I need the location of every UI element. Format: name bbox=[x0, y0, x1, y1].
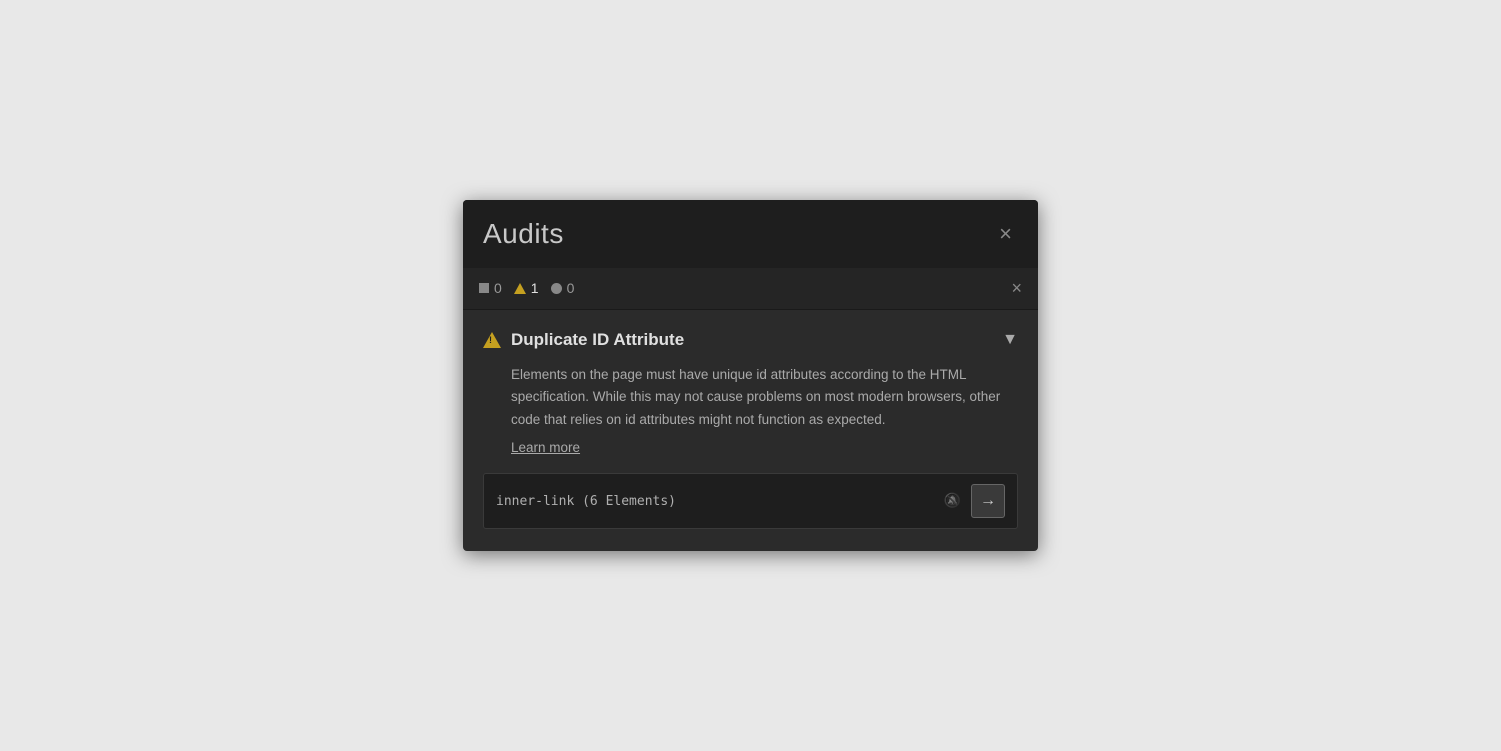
panel-titlebar: Audits × bbox=[463, 200, 1038, 268]
audit-title-row: Duplicate ID Attribute bbox=[483, 330, 684, 350]
error-count: 0 bbox=[494, 280, 502, 296]
audit-content: Duplicate ID Attribute ▼ Elements on the… bbox=[463, 310, 1038, 551]
audit-description-text: Elements on the page must have unique id… bbox=[511, 367, 1000, 427]
close-button[interactable]: × bbox=[993, 221, 1018, 247]
audit-warning-icon bbox=[483, 332, 501, 348]
info-icon bbox=[551, 283, 562, 294]
warning-count: 1 bbox=[531, 280, 539, 296]
warning-icon bbox=[514, 283, 526, 294]
error-stat: 0 bbox=[479, 280, 502, 296]
navigate-button[interactable]: → bbox=[971, 484, 1005, 518]
audit-title: Duplicate ID Attribute bbox=[511, 330, 684, 350]
info-count: 0 bbox=[567, 280, 575, 296]
chevron-down-icon[interactable]: ▼ bbox=[1002, 331, 1018, 349]
audits-panel: Audits × 0 1 0 × Du bbox=[463, 200, 1038, 551]
audit-header: Duplicate ID Attribute ▼ bbox=[483, 330, 1018, 350]
error-icon bbox=[479, 283, 489, 293]
navigate-icon: → bbox=[980, 492, 996, 510]
learn-more-link[interactable]: Learn more bbox=[511, 437, 1018, 459]
filter-stats: 0 1 0 bbox=[479, 280, 574, 296]
mute-icon bbox=[944, 492, 961, 509]
info-stat: 0 bbox=[551, 280, 575, 296]
result-label: inner-link (6 Elements) bbox=[496, 494, 942, 509]
result-row: inner-link (6 Elements) → bbox=[483, 473, 1018, 529]
panel-title: Audits bbox=[483, 218, 564, 250]
mute-button[interactable] bbox=[942, 490, 963, 512]
warning-stat: 1 bbox=[514, 280, 539, 296]
filter-bar: 0 1 0 × bbox=[463, 268, 1038, 310]
filter-clear-button[interactable]: × bbox=[1011, 278, 1022, 299]
audit-item: Duplicate ID Attribute ▼ Elements on the… bbox=[483, 330, 1018, 529]
result-actions: → bbox=[942, 484, 1005, 518]
audit-description: Elements on the page must have unique id… bbox=[483, 364, 1018, 459]
